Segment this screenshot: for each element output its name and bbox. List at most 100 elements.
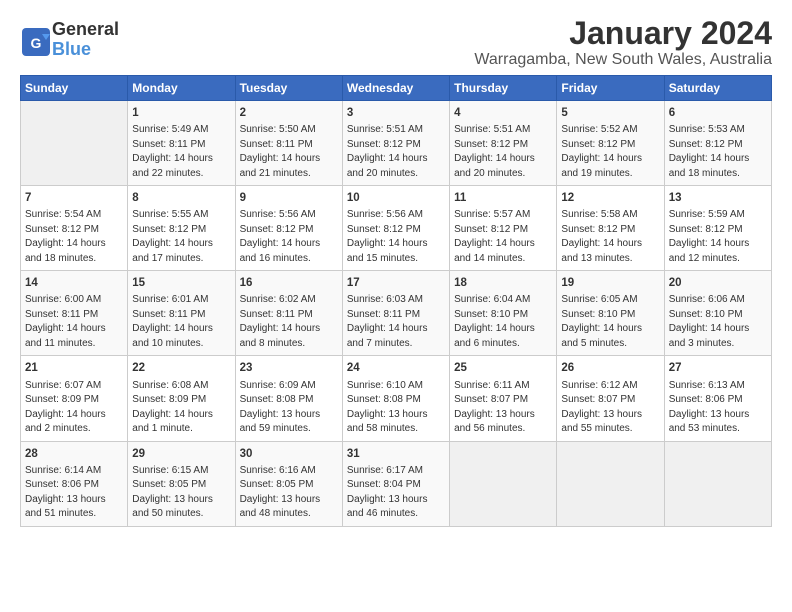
cell-content: Sunrise: 6:08 AM Sunset: 8:09 PM Dayligh… — [132, 379, 230, 437]
table-cell: 27 Sunrise: 6:13 AM Sunset: 8:06 PM Dayli… — [664, 356, 771, 441]
calendar-title: January 2024 — [474, 16, 772, 51]
day-number: 28 — [25, 446, 123, 462]
table-cell: 14Sunrise: 6:00 AM Sunset: 8:11 PM Dayli… — [21, 271, 128, 356]
cell-content: Sunrise: 6:00 AM Sunset: 8:11 PM Dayligh… — [25, 293, 123, 351]
table-cell: 13 Sunrise: 5:59 AM Sunset: 8:12 PM Dayli… — [664, 186, 771, 271]
col-saturday: Saturday — [664, 76, 771, 101]
calendar-subtitle: Warragamba, New South Wales, Australia — [474, 51, 772, 69]
table-cell: 4 Sunrise: 5:51 AM Sunset: 8:12 PM Daylig… — [450, 101, 557, 186]
day-number: 8 — [132, 190, 230, 206]
day-number: 17 — [347, 275, 445, 291]
cell-content: Sunrise: 6:04 AM Sunset: 8:10 PM Dayligh… — [454, 293, 552, 351]
table-cell: 8 Sunrise: 5:55 AM Sunset: 8:12 PM Daylig… — [128, 186, 235, 271]
table-cell: 18 Sunrise: 6:04 AM Sunset: 8:10 PM Dayli… — [450, 271, 557, 356]
cell-content: Sunrise: 6:05 AM Sunset: 8:10 PM Dayligh… — [561, 293, 659, 351]
table-cell: 25Sunrise: 6:11 AM Sunset: 8:07 PM Dayli… — [450, 356, 557, 441]
table-cell: 7 Sunrise: 5:54 AM Sunset: 8:12 PM Daylig… — [21, 186, 128, 271]
table-cell: 3Sunrise: 5:51 AM Sunset: 8:12 PM Daylig… — [342, 101, 449, 186]
table-cell — [21, 101, 128, 186]
col-monday: Monday — [128, 76, 235, 101]
cell-content: Sunrise: 5:52 AM Sunset: 8:12 PM Dayligh… — [561, 123, 659, 181]
header: G General Blue January 2024 Warragamba, … — [20, 16, 772, 69]
calendar-row: 14Sunrise: 6:00 AM Sunset: 8:11 PM Dayli… — [21, 271, 772, 356]
calendar-body: 1 Sunrise: 5:49 AM Sunset: 8:11 PM Daylig… — [21, 101, 772, 526]
cell-content: Sunrise: 6:02 AM Sunset: 8:11 PM Dayligh… — [240, 293, 338, 351]
cell-content: Sunrise: 6:03 AM Sunset: 8:11 PM Dayligh… — [347, 293, 445, 351]
calendar-table: Sunday Monday Tuesday Wednesday Thursday… — [20, 75, 772, 526]
col-friday: Friday — [557, 76, 664, 101]
cell-content: Sunrise: 6:15 AM Sunset: 8:05 PM Dayligh… — [132, 464, 230, 522]
page: G General Blue January 2024 Warragamba, … — [0, 0, 792, 537]
cell-content: Sunrise: 5:50 AM Sunset: 8:11 PM Dayligh… — [240, 123, 338, 181]
day-number: 6 — [669, 105, 767, 121]
table-cell: 30Sunrise: 6:16 AM Sunset: 8:05 PM Dayli… — [235, 441, 342, 526]
day-number: 3 — [347, 105, 445, 121]
day-number: 13 — [669, 190, 767, 206]
day-number: 9 — [240, 190, 338, 206]
cell-content: Sunrise: 6:06 AM Sunset: 8:10 PM Dayligh… — [669, 293, 767, 351]
cell-content: Sunrise: 5:56 AM Sunset: 8:12 PM Dayligh… — [347, 208, 445, 266]
day-number: 29 — [132, 446, 230, 462]
cell-content: Sunrise: 6:09 AM Sunset: 8:08 PM Dayligh… — [240, 379, 338, 437]
day-number: 21 — [25, 360, 123, 376]
day-number: 15 — [132, 275, 230, 291]
table-cell — [557, 441, 664, 526]
logo-text: General Blue — [52, 20, 119, 60]
col-thursday: Thursday — [450, 76, 557, 101]
logo: G General Blue — [20, 20, 119, 60]
cell-content: Sunrise: 6:17 AM Sunset: 8:04 PM Dayligh… — [347, 464, 445, 522]
logo-line2: Blue — [52, 40, 119, 60]
table-cell: 23 Sunrise: 6:09 AM Sunset: 8:08 PM Dayli… — [235, 356, 342, 441]
day-number: 12 — [561, 190, 659, 206]
cell-content: Sunrise: 5:56 AM Sunset: 8:12 PM Dayligh… — [240, 208, 338, 266]
day-number: 19 — [561, 275, 659, 291]
day-number: 23 — [240, 360, 338, 376]
col-wednesday: Wednesday — [342, 76, 449, 101]
table-cell: 21Sunrise: 6:07 AM Sunset: 8:09 PM Dayli… — [21, 356, 128, 441]
cell-content: Sunrise: 6:10 AM Sunset: 8:08 PM Dayligh… — [347, 379, 445, 437]
table-cell: 28Sunrise: 6:14 AM Sunset: 8:06 PM Dayli… — [21, 441, 128, 526]
day-number: 27 — [669, 360, 767, 376]
table-cell: 24Sunrise: 6:10 AM Sunset: 8:08 PM Dayli… — [342, 356, 449, 441]
table-cell: 19 Sunrise: 6:05 AM Sunset: 8:10 PM Dayli… — [557, 271, 664, 356]
cell-content: Sunrise: 5:59 AM Sunset: 8:12 PM Dayligh… — [669, 208, 767, 266]
table-cell: 12 Sunrise: 5:58 AM Sunset: 8:12 PM Dayli… — [557, 186, 664, 271]
cell-content: Sunrise: 5:49 AM Sunset: 8:11 PM Dayligh… — [132, 123, 230, 181]
table-cell: 15Sunrise: 6:01 AM Sunset: 8:11 PM Dayli… — [128, 271, 235, 356]
logo-line1: General — [52, 20, 119, 40]
table-cell — [450, 441, 557, 526]
table-cell: 26Sunrise: 6:12 AM Sunset: 8:07 PM Dayli… — [557, 356, 664, 441]
day-number: 25 — [454, 360, 552, 376]
day-number: 20 — [669, 275, 767, 291]
calendar-row: 28Sunrise: 6:14 AM Sunset: 8:06 PM Dayli… — [21, 441, 772, 526]
header-row: Sunday Monday Tuesday Wednesday Thursday… — [21, 76, 772, 101]
logo-icon: G — [20, 26, 48, 54]
day-number: 2 — [240, 105, 338, 121]
table-cell — [664, 441, 771, 526]
table-cell: 1 Sunrise: 5:49 AM Sunset: 8:11 PM Daylig… — [128, 101, 235, 186]
day-number: 22 — [132, 360, 230, 376]
day-number: 4 — [454, 105, 552, 121]
cell-content: Sunrise: 6:12 AM Sunset: 8:07 PM Dayligh… — [561, 379, 659, 437]
day-number: 11 — [454, 190, 552, 206]
day-number: 5 — [561, 105, 659, 121]
day-number: 1 — [132, 105, 230, 121]
table-cell: 16 Sunrise: 6:02 AM Sunset: 8:11 PM Dayli… — [235, 271, 342, 356]
day-number: 10 — [347, 190, 445, 206]
cell-content: Sunrise: 5:51 AM Sunset: 8:12 PM Dayligh… — [454, 123, 552, 181]
calendar-header: Sunday Monday Tuesday Wednesday Thursday… — [21, 76, 772, 101]
cell-content: Sunrise: 5:54 AM Sunset: 8:12 PM Dayligh… — [25, 208, 123, 266]
calendar-row: 21Sunrise: 6:07 AM Sunset: 8:09 PM Dayli… — [21, 356, 772, 441]
col-tuesday: Tuesday — [235, 76, 342, 101]
cell-content: Sunrise: 6:13 AM Sunset: 8:06 PM Dayligh… — [669, 379, 767, 437]
day-number: 7 — [25, 190, 123, 206]
day-number: 18 — [454, 275, 552, 291]
cell-content: Sunrise: 5:58 AM Sunset: 8:12 PM Dayligh… — [561, 208, 659, 266]
day-number: 31 — [347, 446, 445, 462]
cell-content: Sunrise: 5:55 AM Sunset: 8:12 PM Dayligh… — [132, 208, 230, 266]
table-cell: 17 Sunrise: 6:03 AM Sunset: 8:11 PM Dayli… — [342, 271, 449, 356]
cell-content: Sunrise: 6:16 AM Sunset: 8:05 PM Dayligh… — [240, 464, 338, 522]
calendar-row: 7 Sunrise: 5:54 AM Sunset: 8:12 PM Daylig… — [21, 186, 772, 271]
table-cell: 29 Sunrise: 6:15 AM Sunset: 8:05 PM Dayli… — [128, 441, 235, 526]
day-number: 16 — [240, 275, 338, 291]
